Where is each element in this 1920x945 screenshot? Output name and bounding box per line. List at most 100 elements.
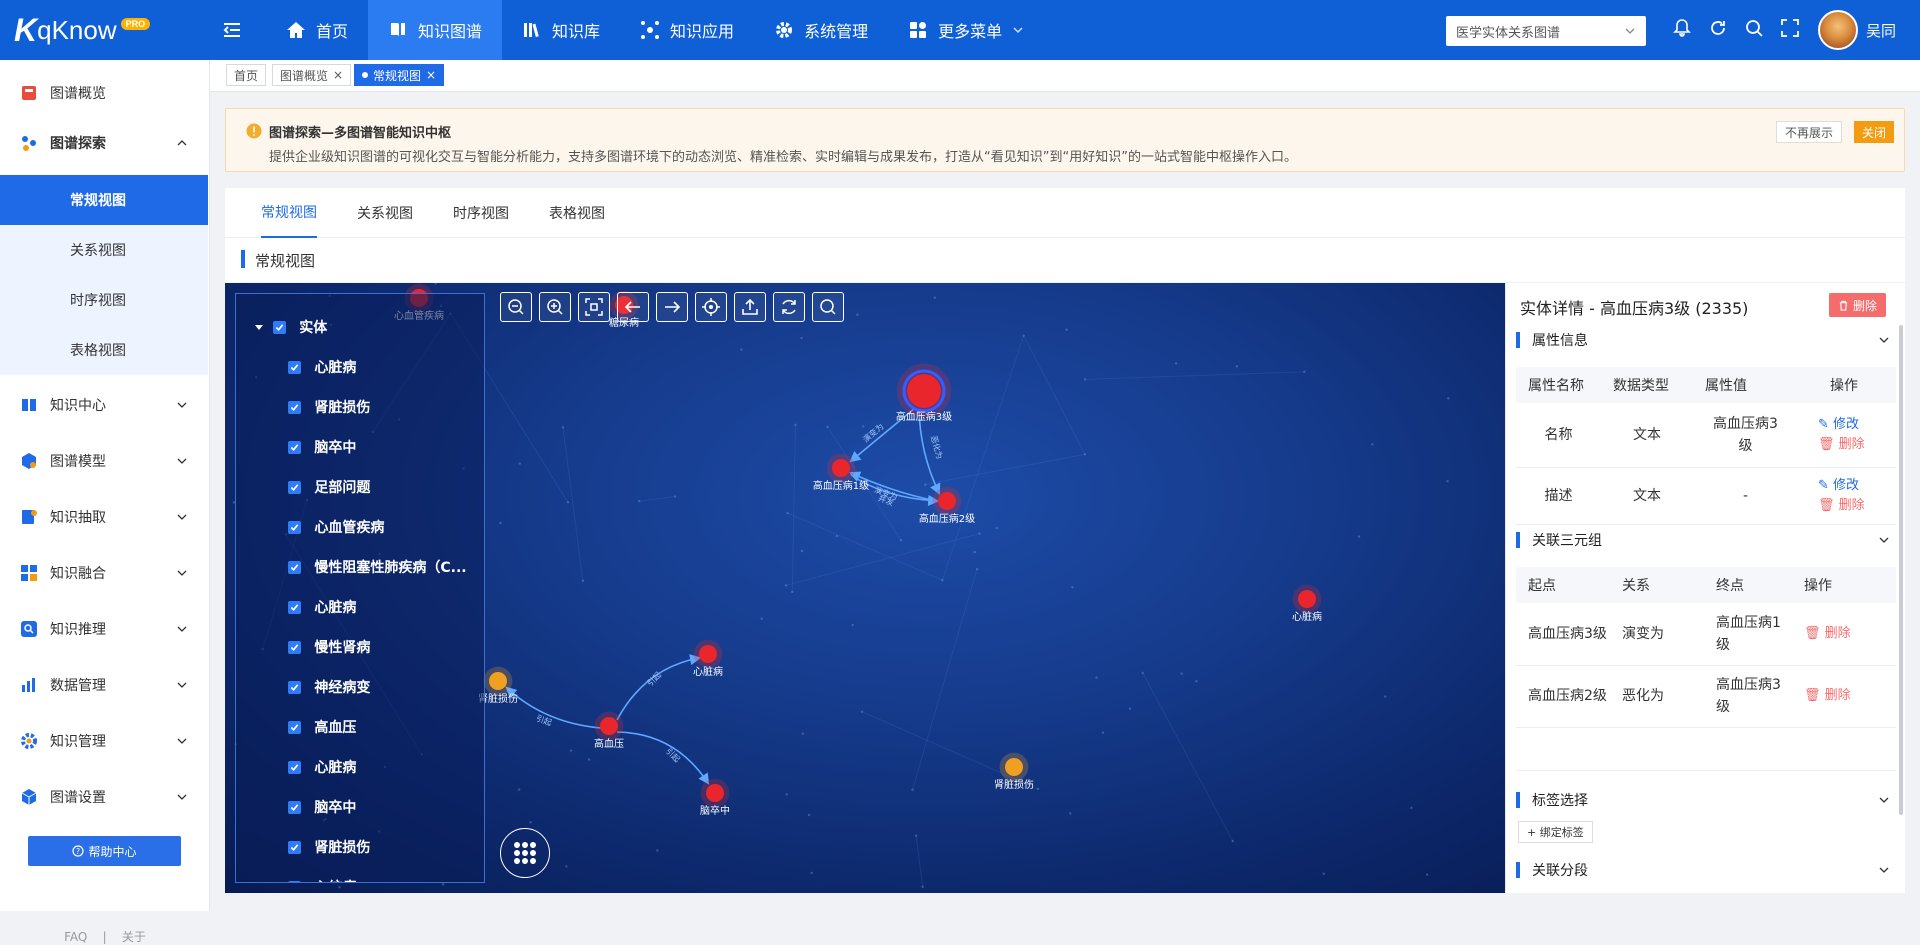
tree-item[interactable]: 脑卒中 (288, 792, 356, 822)
zoom-out-button[interactable] (500, 292, 532, 322)
graph-node[interactable]: 高血压病3级 (896, 363, 952, 423)
sidebar-item-knowledge-center[interactable]: 知识中心 (0, 380, 210, 430)
redo-button[interactable] (656, 292, 688, 322)
faq-link[interactable]: FAQ (64, 930, 87, 944)
tree-item[interactable]: 肾脏损伤 (288, 832, 370, 862)
edit-attr-button[interactable]: ✎ 修改 (1818, 415, 1896, 435)
delete-entity-button[interactable]: 删除 (1829, 293, 1887, 317)
graph-canvas[interactable]: 演变为 恶化为 演变为 并发 引起 引起 引起 高血压病3级 高血压病1级 高血压病2级 心脏病高… (225, 283, 1505, 893)
close-icon[interactable]: × (426, 68, 436, 82)
checkbox-checked[interactable] (288, 880, 301, 882)
tab-table-view[interactable]: 表格视图 (549, 188, 605, 238)
close-notice-button[interactable]: 关闭 (1854, 121, 1895, 143)
bell-icon[interactable] (1672, 18, 1692, 38)
nav-system-admin[interactable]: 系统管理 (754, 0, 888, 60)
nav-knowledge-app[interactable]: 知识应用 (620, 0, 754, 60)
about-link[interactable]: 关于 (122, 930, 146, 944)
sidebar-subitem-relation-view[interactable]: 关系视图 (0, 225, 208, 275)
triple-section-header[interactable]: 关联三元组 (1516, 525, 1896, 555)
graph-select[interactable]: 医学实体关系图谱 (1446, 16, 1646, 46)
refresh-icon[interactable] (1708, 18, 1728, 38)
checkbox-checked[interactable] (288, 400, 301, 414)
tree-item[interactable]: 神经病变 (288, 672, 370, 702)
tag-section-header[interactable]: 标签选择 (1516, 785, 1896, 815)
tree-item[interactable]: 足部问题 (288, 472, 370, 502)
graph-node[interactable]: 脑卒中 (700, 778, 730, 817)
tag-regular-view[interactable]: 常规视图 × (354, 64, 445, 86)
caret-down-icon[interactable] (254, 322, 264, 332)
checkbox-checked[interactable] (288, 520, 301, 534)
delete-attr-button[interactable]: 🗑 删除 (1818, 435, 1896, 455)
checkbox-checked[interactable] (272, 320, 286, 334)
checkbox-checked[interactable] (288, 440, 301, 454)
sidebar-item-graph-model[interactable]: 图谱模型 (0, 436, 210, 486)
nav-home[interactable]: 首页 (266, 0, 368, 60)
delete-triple-button[interactable]: 🗑 删除 (1804, 624, 1896, 644)
checkbox-checked[interactable] (288, 640, 301, 654)
dont-show-again-button[interactable]: 不再展示 (1776, 121, 1843, 143)
app-logo[interactable]: K qKnow PRO (14, 12, 151, 48)
fullscreen-icon[interactable] (1780, 18, 1800, 38)
tree-item[interactable]: 心脏病 (288, 592, 356, 622)
sidebar-item-graph-settings[interactable]: 图谱设置 (0, 772, 210, 822)
delete-triple-button[interactable]: 🗑 删除 (1804, 686, 1896, 706)
fit-view-button[interactable] (578, 292, 610, 322)
delete-attr-button[interactable]: 🗑 删除 (1818, 496, 1896, 516)
checkbox-checked[interactable] (288, 600, 301, 614)
tree-item[interactable]: 慢性阻塞性肺疾病（C... (288, 552, 467, 582)
graph-edge[interactable] (505, 686, 602, 729)
attr-section-header[interactable]: 属性信息 (1516, 325, 1896, 355)
sidebar-subitem-timeline-view[interactable]: 时序视图 (0, 275, 208, 325)
sidebar-item-extraction[interactable]: 知识抽取 (0, 492, 210, 542)
edit-attr-button[interactable]: ✎ 修改 (1818, 476, 1896, 496)
checkbox-checked[interactable] (288, 800, 301, 814)
search-graph-button[interactable] (812, 292, 844, 322)
refresh-graph-button[interactable] (773, 292, 805, 322)
locate-button[interactable] (695, 292, 727, 322)
tree-item[interactable]: 肾脏损伤 (288, 392, 370, 422)
export-button[interactable] (734, 292, 766, 322)
sidebar-item-explore[interactable]: 图谱探索 (0, 118, 210, 168)
tree-item[interactable]: 慢性肾病 (288, 632, 370, 662)
nav-knowledge-graph[interactable]: 知识图谱 (368, 0, 503, 60)
checkbox-checked[interactable] (288, 760, 301, 774)
sidebar-item-knowledge-management[interactable]: 知识管理 (0, 716, 210, 766)
nav-knowledge-base[interactable]: 知识库 (502, 0, 620, 60)
tree-item[interactable]: 脑卒中 (288, 432, 356, 462)
tag-home[interactable]: 首页 (226, 64, 267, 86)
checkbox-checked[interactable] (288, 480, 301, 494)
close-icon[interactable]: × (333, 68, 343, 82)
segment-section-header[interactable]: 关联分段 (1516, 855, 1896, 885)
tree-item[interactable]: 心血管疾病 (288, 512, 384, 542)
sidebar-item-fusion[interactable]: 知识融合 (0, 548, 210, 598)
tree-root[interactable]: 实体 (254, 312, 327, 342)
layout-menu-button[interactable] (500, 828, 550, 878)
tab-timeline-view[interactable]: 时序视图 (453, 188, 509, 238)
graph-node[interactable]: 高血压病1级 (813, 453, 869, 492)
sidebar-item-data-management[interactable]: 数据管理 (0, 660, 210, 710)
tab-regular-view[interactable]: 常规视图 (261, 188, 317, 238)
graph-edge[interactable] (616, 654, 702, 721)
checkbox-checked[interactable] (288, 360, 301, 374)
graph-node[interactable]: 心脏病 (693, 639, 723, 678)
graph-node[interactable]: 高血压 (594, 711, 624, 750)
tree-item[interactable]: 心脏病 (288, 752, 356, 782)
sidebar-item-reasoning[interactable]: 知识推理 (0, 604, 210, 654)
checkbox-checked[interactable] (288, 720, 301, 734)
checkbox-checked[interactable] (288, 840, 301, 854)
tree-item[interactable]: 高血压 (288, 712, 356, 742)
detail-scrollbar[interactable] (1899, 325, 1903, 815)
avatar[interactable] (1818, 10, 1858, 50)
tag-graph-overview[interactable]: 图谱概览 × (272, 64, 352, 86)
tree-item[interactable]: 心脏病 (288, 352, 356, 382)
graph-edge[interactable] (616, 731, 710, 785)
tab-relation-view[interactable]: 关系视图 (357, 188, 413, 238)
search-icon[interactable] (1744, 18, 1764, 38)
username[interactable]: 吴同 (1866, 20, 1896, 41)
checkbox-checked[interactable] (288, 560, 301, 574)
sidebar-subitem-regular-view[interactable]: 常规视图 (0, 175, 208, 225)
bind-tag-button[interactable]: + 绑定标签 (1518, 821, 1593, 843)
sidebar-item-overview[interactable]: 图谱概览 (0, 68, 210, 118)
graph-node[interactable]: 心脏病 (1292, 584, 1322, 623)
zoom-in-button[interactable] (539, 292, 571, 322)
